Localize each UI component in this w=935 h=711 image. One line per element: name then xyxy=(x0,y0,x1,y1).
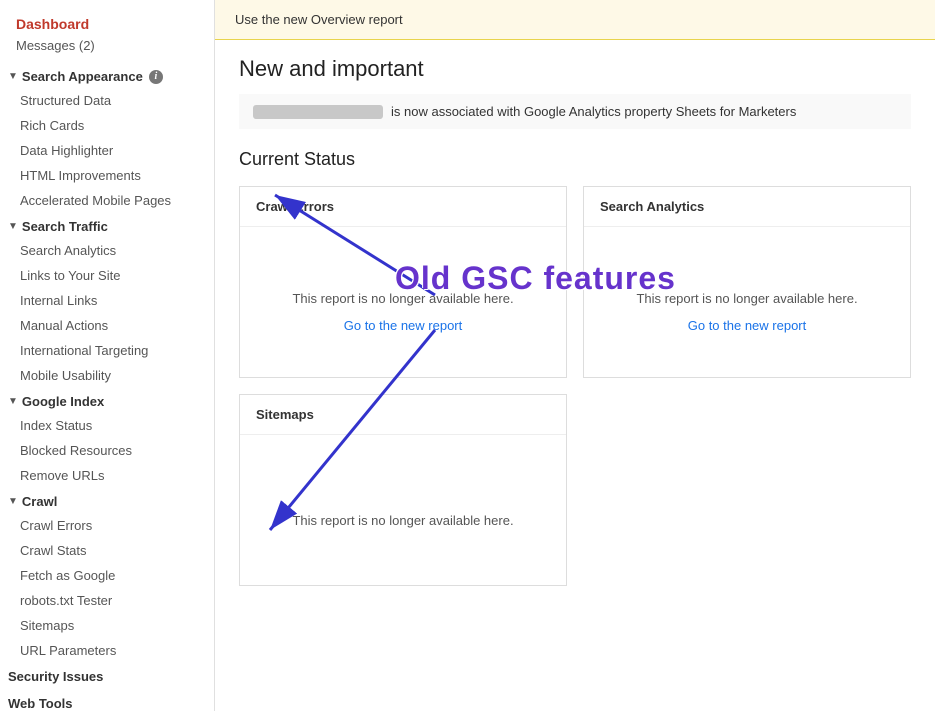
sidebar-item-fetch-as-google[interactable]: Fetch as Google xyxy=(0,563,214,588)
main-body: New and important is now associated with… xyxy=(215,40,935,602)
card-search-analytics-no-data: This report is no longer available here. xyxy=(636,291,857,306)
sidebar-item-crawl-errors[interactable]: Crawl Errors xyxy=(0,513,214,538)
sidebar-item-manual-actions[interactable]: Manual Actions xyxy=(0,313,214,338)
arrow-icon: ▼ xyxy=(8,71,18,82)
card-search-analytics: Search Analytics This report is no longe… xyxy=(583,186,911,378)
overview-banner[interactable]: Use the new Overview report xyxy=(215,0,935,40)
sidebar-item-security-issues[interactable]: Security Issues xyxy=(0,663,214,690)
card-sitemaps-no-data: This report is no longer available here. xyxy=(292,513,513,528)
card-search-analytics-link[interactable]: Go to the new report xyxy=(688,318,807,333)
card-crawl-errors-link[interactable]: Go to the new report xyxy=(344,318,463,333)
sidebar-section-crawl[interactable]: ▼ Crawl xyxy=(0,488,214,513)
sidebar-item-robots-txt-tester[interactable]: robots.txt Tester xyxy=(0,588,214,613)
important-notice: is now associated with Google Analytics … xyxy=(239,94,911,129)
arrow-icon: ▼ xyxy=(8,396,18,407)
card-search-analytics-body: This report is no longer available here.… xyxy=(584,227,910,377)
card-sitemaps-body: This report is no longer available here. xyxy=(240,435,566,585)
sidebar-item-remove-urls[interactable]: Remove URLs xyxy=(0,463,214,488)
sidebar-item-internal-links[interactable]: Internal Links xyxy=(0,288,214,313)
sidebar-item-mobile-usability[interactable]: Mobile Usability xyxy=(0,363,214,388)
arrow-icon: ▼ xyxy=(8,221,18,232)
sidebar-dashboard[interactable]: Dashboard xyxy=(0,8,214,36)
arrow-icon: ▼ xyxy=(8,496,18,507)
notice-text: is now associated with Google Analytics … xyxy=(391,104,796,119)
sidebar-item-url-parameters[interactable]: URL Parameters xyxy=(0,638,214,663)
current-status-title: Current Status xyxy=(239,149,911,170)
sidebar-item-html-improvements[interactable]: HTML Improvements xyxy=(0,163,214,188)
sidebar-section-search-appearance[interactable]: ▼ Search Appearance i xyxy=(0,63,214,88)
new-important-title: New and important xyxy=(239,56,911,82)
section-label: Google Index xyxy=(22,394,104,409)
sidebar-item-international-targeting[interactable]: International Targeting xyxy=(0,338,214,363)
section-label: Crawl xyxy=(22,494,57,509)
sidebar-item-sitemaps[interactable]: Sitemaps xyxy=(0,613,214,638)
sidebar-item-index-status[interactable]: Index Status xyxy=(0,413,214,438)
section-label: Search Appearance xyxy=(22,69,143,84)
info-icon: i xyxy=(149,70,163,84)
main-content-area: Use the new Overview report New and impo… xyxy=(215,0,935,711)
card-crawl-errors: Crawl Errors This report is no longer av… xyxy=(239,186,567,378)
sidebar-messages[interactable]: Messages (2) xyxy=(0,36,214,63)
sidebar-item-data-highlighter[interactable]: Data Highlighter xyxy=(0,138,214,163)
sidebar-item-crawl-stats[interactable]: Crawl Stats xyxy=(0,538,214,563)
card-crawl-errors-body: This report is no longer available here.… xyxy=(240,227,566,377)
sidebar-item-rich-cards[interactable]: Rich Cards xyxy=(0,113,214,138)
card-crawl-errors-header: Crawl Errors xyxy=(240,187,566,227)
sidebar: Dashboard Messages (2) ▼ Search Appearan… xyxy=(0,0,215,711)
sidebar-item-web-tools[interactable]: Web Tools xyxy=(0,690,214,711)
cards-grid: Crawl Errors This report is no longer av… xyxy=(239,186,911,586)
sidebar-item-search-analytics[interactable]: Search Analytics xyxy=(0,238,214,263)
sidebar-item-links-to-your-site[interactable]: Links to Your Site xyxy=(0,263,214,288)
card-sitemaps: Sitemaps This report is no longer availa… xyxy=(239,394,567,586)
card-crawl-errors-no-data: This report is no longer available here. xyxy=(292,291,513,306)
sidebar-item-blocked-resources[interactable]: Blocked Resources xyxy=(0,438,214,463)
blurred-url xyxy=(253,105,383,119)
sidebar-section-google-index[interactable]: ▼ Google Index xyxy=(0,388,214,413)
card-sitemaps-header: Sitemaps xyxy=(240,395,566,435)
sidebar-item-structured-data[interactable]: Structured Data xyxy=(0,88,214,113)
sidebar-item-accelerated-mobile-pages[interactable]: Accelerated Mobile Pages xyxy=(0,188,214,213)
sidebar-section-search-traffic[interactable]: ▼ Search Traffic xyxy=(0,213,214,238)
card-search-analytics-header: Search Analytics xyxy=(584,187,910,227)
section-label: Search Traffic xyxy=(22,219,108,234)
